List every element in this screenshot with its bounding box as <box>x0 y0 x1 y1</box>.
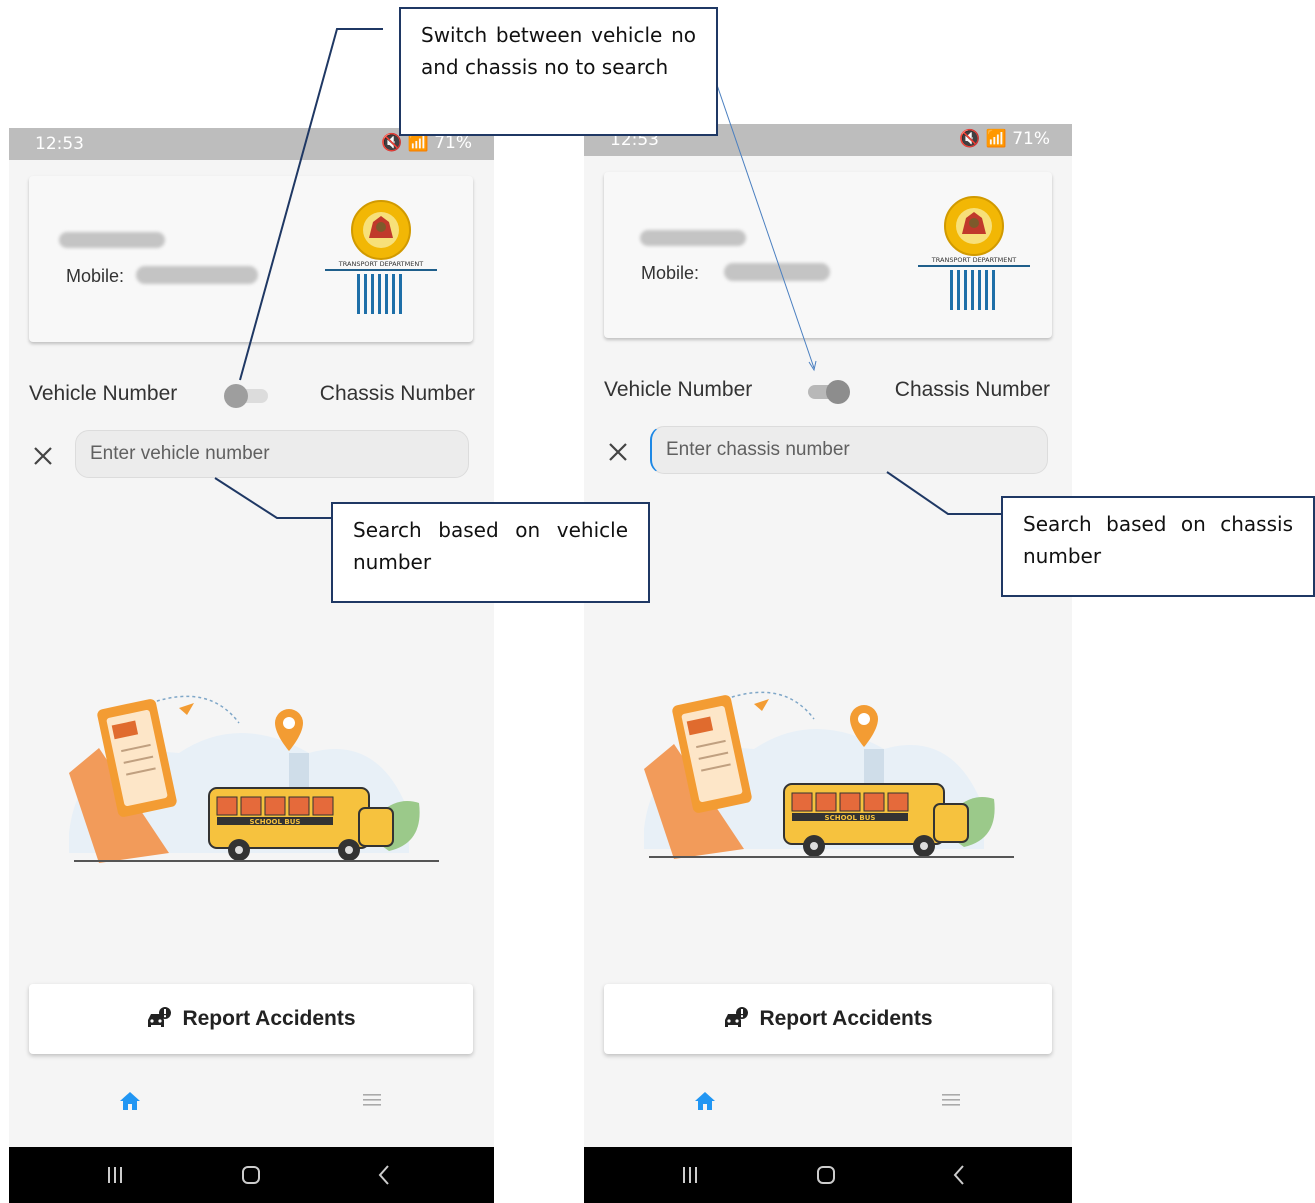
report-accidents-button[interactable]: Report Accidents <box>29 984 473 1054</box>
home-button-icon[interactable] <box>240 1164 262 1186</box>
toggle-knob <box>826 380 850 404</box>
home-icon[interactable] <box>119 1090 141 1112</box>
bus-label: SCHOOL BUS <box>825 814 876 822</box>
user-info-card: Mobile: TRANSPORT DEPARTMENT <box>29 176 473 342</box>
transport-department-logo: TRANSPORT DEPARTMENT <box>918 196 1030 310</box>
close-icon[interactable] <box>606 440 630 464</box>
logo-caption: TRANSPORT DEPARTMENT <box>338 260 423 268</box>
bus-label: SCHOOL BUS <box>250 818 301 826</box>
status-indicators: 🔇 📶 71% <box>959 129 1050 149</box>
toggle-knob <box>224 384 248 408</box>
car-alert-icon <box>148 1007 172 1027</box>
search-mode-row: Vehicle Number Chassis Number <box>604 372 1050 412</box>
back-icon[interactable] <box>377 1164 391 1186</box>
redacted-mobile <box>724 263 830 281</box>
redacted-name <box>640 230 746 246</box>
recent-apps-icon[interactable] <box>105 1165 125 1185</box>
mobile-label: Mobile: <box>641 263 700 283</box>
bottom-navigation <box>9 1076 494 1128</box>
close-icon[interactable] <box>31 444 55 468</box>
vehicle-number-label: Vehicle Number <box>29 382 178 405</box>
chassis-number-label: Chassis Number <box>319 382 475 405</box>
status-indicators: 🔇 📶 71% <box>381 133 472 153</box>
bottom-navigation <box>584 1076 1072 1128</box>
home-button-icon[interactable] <box>815 1164 837 1186</box>
search-mode-toggle[interactable] <box>224 383 270 409</box>
report-accidents-label: Report Accidents <box>182 1007 356 1030</box>
recent-apps-icon[interactable] <box>680 1165 700 1185</box>
back-icon[interactable] <box>952 1164 966 1186</box>
search-mode-row: Vehicle Number Chassis Number <box>29 376 475 416</box>
annotation-vehicle-search: Search based on vehicle number <box>331 502 650 603</box>
mobile-label: Mobile: <box>66 266 125 286</box>
home-icon[interactable] <box>694 1090 716 1112</box>
system-navigation-bar <box>9 1147 494 1203</box>
battery-level: 71% <box>434 133 472 153</box>
battery-level: 71% <box>1012 129 1050 149</box>
menu-icon[interactable] <box>942 1093 960 1107</box>
menu-icon[interactable] <box>363 1093 381 1107</box>
logo-caption: TRANSPORT DEPARTMENT <box>931 256 1016 264</box>
status-time: 12:53 <box>35 134 84 154</box>
search-mode-toggle[interactable] <box>804 379 850 405</box>
phone-screen-vehicle: 12:53 🔇 📶 71% Mobile: TRANSPORT DEPARTME… <box>9 128 494 1203</box>
transport-department-logo: TRANSPORT DEPARTMENT <box>325 200 437 314</box>
chassis-number-label: Chassis Number <box>894 378 1050 401</box>
user-info-card: Mobile: TRANSPORT DEPARTMENT <box>604 172 1052 338</box>
redacted-mobile <box>136 266 258 284</box>
phone-screen-chassis: 12:53 🔇 📶 71% Mobile: TRANSPORT DEPARTME… <box>584 124 1072 1203</box>
vehicle-number-label: Vehicle Number <box>604 378 753 401</box>
chassis-number-input[interactable] <box>650 426 1048 474</box>
search-row <box>604 426 1052 478</box>
annotation-chassis-search: Search based on chassis number <box>1001 496 1315 597</box>
car-alert-icon <box>725 1007 749 1027</box>
school-bus-illustration: SCHOOL BUS <box>69 695 439 863</box>
annotation-toggle: Switch between vehicle no and chassis no… <box>399 7 718 136</box>
school-bus-illustration: SCHOOL BUS <box>644 691 1014 859</box>
search-row <box>29 430 473 482</box>
redacted-name <box>59 232 165 248</box>
system-navigation-bar <box>584 1147 1072 1203</box>
report-accidents-button[interactable]: Report Accidents <box>604 984 1052 1054</box>
report-accidents-label: Report Accidents <box>759 1007 933 1030</box>
vehicle-number-input[interactable] <box>75 430 469 478</box>
